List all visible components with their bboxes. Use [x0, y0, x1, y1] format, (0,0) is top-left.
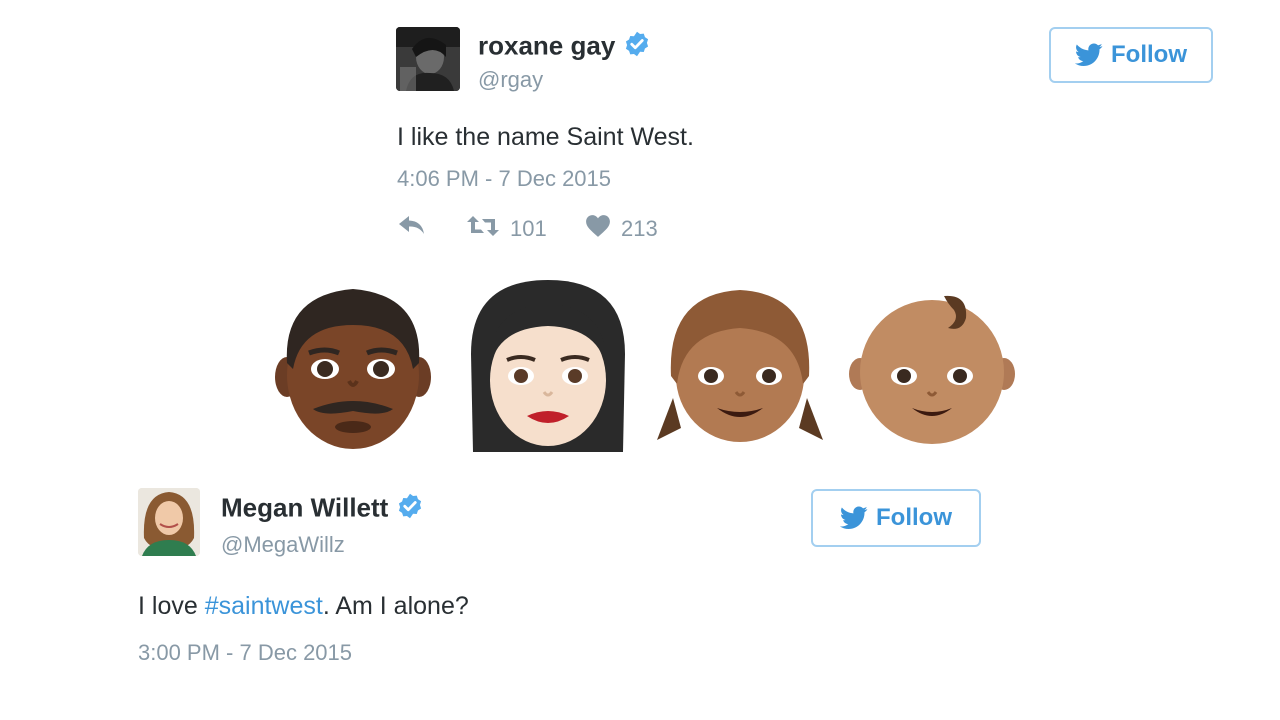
follow-button[interactable]: Follow: [1049, 27, 1213, 83]
tweet-text-before: I love: [138, 592, 205, 620]
tweet-timestamp[interactable]: 3:00 PM - 7 Dec 2015: [138, 640, 352, 666]
tweet-text-after: . Am I alone?: [322, 592, 469, 620]
tweet-timestamp[interactable]: 4:06 PM - 7 Dec 2015: [397, 166, 611, 192]
author-name[interactable]: Megan Willett: [221, 492, 424, 527]
man-dark-skin-emoji: [273, 277, 433, 456]
tweet-text: I love #saintwest. Am I alone?: [138, 592, 469, 621]
verified-badge-icon: [396, 492, 424, 527]
reply-icon: [397, 214, 427, 242]
heart-icon: [585, 214, 611, 244]
retweet-icon: [466, 214, 500, 244]
author-handle[interactable]: @MegaWillz: [221, 532, 345, 558]
retweet-count: 101: [510, 216, 547, 241]
author-name[interactable]: roxane gay: [478, 30, 651, 65]
verified-badge-icon: [623, 30, 651, 65]
avatar-roxane-gay[interactable]: [396, 27, 460, 91]
reply-button[interactable]: [397, 214, 427, 242]
tweet-text: I like the name Saint West.: [397, 123, 694, 151]
like-button[interactable]: 213: [585, 214, 658, 244]
hashtag-link[interactable]: #saintwest: [205, 592, 323, 620]
like-count: 213: [621, 216, 658, 241]
retweet-button[interactable]: 101: [466, 214, 547, 244]
follow-button[interactable]: Follow: [811, 489, 981, 547]
girl-medium-skin-emoji: [655, 280, 825, 455]
woman-light-skin-emoji: [465, 276, 631, 459]
follow-label: Follow: [876, 504, 952, 531]
baby-medium-skin-emoji: [848, 290, 1016, 451]
author-name-text: roxane gay: [478, 30, 616, 61]
follow-label: Follow: [1111, 41, 1187, 68]
avatar-megan-willett[interactable]: [138, 488, 200, 556]
twitter-bird-icon: [1075, 43, 1103, 67]
author-name-text: Megan Willett: [221, 492, 389, 523]
author-handle[interactable]: @rgay: [478, 67, 543, 93]
twitter-bird-icon: [840, 506, 868, 530]
